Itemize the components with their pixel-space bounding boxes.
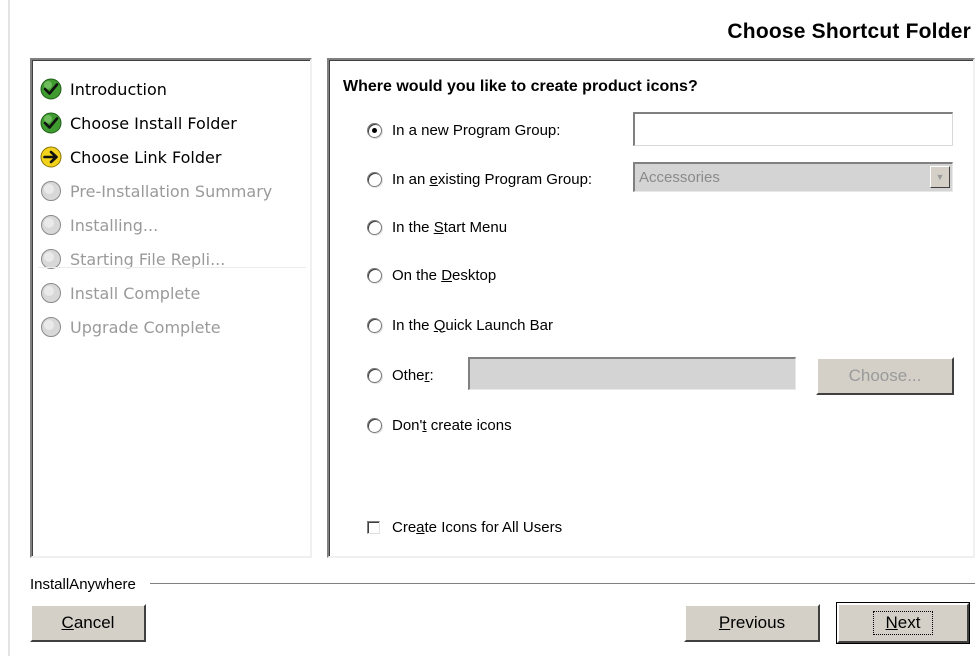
cancel-button[interactable]: Cancel [30, 604, 146, 642]
option-dont-create-icons[interactable]: Don't create icons [367, 414, 512, 436]
circle-icon [41, 215, 61, 235]
check-icon [40, 112, 62, 134]
button-label: Next [872, 611, 934, 635]
step-install-complete: Install Complete [40, 280, 200, 306]
button-label: Cancel [61, 613, 115, 632]
option-new-program-group[interactable]: In a new Program Group: [367, 119, 560, 141]
step-label: Installing... [70, 215, 159, 235]
circle-icon [41, 317, 61, 337]
step-label: Choose Install Folder [70, 113, 237, 133]
brand-divider [149, 583, 975, 585]
radio-button[interactable] [367, 171, 382, 187]
step-pre-installation-summary: Pre-Installation Summary [40, 178, 272, 204]
step-choose-link-folder: Choose Link Folder [40, 144, 221, 170]
option-other[interactable]: Other: [367, 364, 434, 386]
checkbox-label: Create Icons for All Users [392, 518, 563, 536]
option-desktop[interactable]: On the Desktop [367, 264, 496, 286]
radio-button[interactable] [367, 417, 382, 433]
step-divider [38, 267, 306, 268]
steps-panel: Introduction Choose Install Folder Choos… [30, 58, 312, 558]
option-label: Don't create icons [392, 416, 512, 434]
step-upgrade-complete: Upgrade Complete [40, 314, 221, 340]
option-label: On the Desktop [392, 266, 497, 284]
radio-button[interactable] [367, 367, 382, 383]
chevron-down-icon[interactable]: ▼ [930, 166, 950, 188]
page-title: Choose Shortcut Folder [727, 20, 971, 43]
step-label: Introduction [70, 79, 167, 99]
main-panel: Where would you like to create product i… [327, 58, 975, 558]
step-introduction: Introduction [40, 76, 167, 102]
new-program-group-input[interactable] [633, 112, 953, 146]
checkbox[interactable] [367, 520, 380, 534]
arrow-right-icon [40, 146, 62, 168]
option-quick-launch-bar[interactable]: In the Quick Launch Bar [367, 314, 553, 336]
check-icon [40, 78, 62, 100]
step-label: Upgrade Complete [70, 317, 221, 337]
next-button[interactable]: Next [836, 602, 970, 644]
step-starting-file-replication: Starting File Repli... [40, 246, 225, 272]
circle-icon [41, 283, 61, 303]
radio-button-checked[interactable] [367, 122, 382, 138]
previous-button[interactable]: Previous [684, 604, 820, 642]
step-choose-install-folder: Choose Install Folder [40, 110, 237, 136]
choose-button[interactable]: Choose... [816, 357, 954, 395]
installer-brand: InstallAnywhere [30, 575, 136, 593]
option-label: In the Start Menu [392, 218, 508, 236]
button-label: Previous [718, 613, 786, 632]
step-label: Starting File Repli... [70, 249, 226, 269]
option-existing-program-group[interactable]: In an existing Program Group: [367, 168, 592, 190]
step-label: Pre-Installation Summary [70, 181, 273, 201]
window-left-edge [8, 0, 10, 656]
radio-button[interactable] [367, 267, 382, 283]
existing-program-group-select[interactable]: Accessories ▼ [633, 162, 953, 192]
option-label: Other: [392, 366, 434, 384]
step-label: Install Complete [70, 283, 201, 303]
radio-button[interactable] [367, 317, 382, 333]
option-label: In an existing Program Group: [392, 170, 593, 188]
option-label: In the Quick Launch Bar [392, 316, 553, 334]
step-installing: Installing... [40, 212, 158, 238]
circle-icon [41, 181, 61, 201]
step-label: Choose Link Folder [70, 147, 222, 167]
option-label: In a new Program Group: [392, 121, 561, 139]
other-location-input[interactable] [468, 357, 796, 390]
question-heading: Where would you like to create product i… [343, 78, 698, 95]
radio-button[interactable] [367, 219, 382, 235]
option-start-menu[interactable]: In the Start Menu [367, 216, 507, 238]
select-value: Accessories [639, 169, 720, 186]
installer-brand-row: InstallAnywhere [30, 574, 975, 594]
create-icons-all-users-checkbox[interactable]: Create Icons for All Users [367, 516, 562, 538]
next-button-face[interactable]: Next [837, 603, 969, 643]
